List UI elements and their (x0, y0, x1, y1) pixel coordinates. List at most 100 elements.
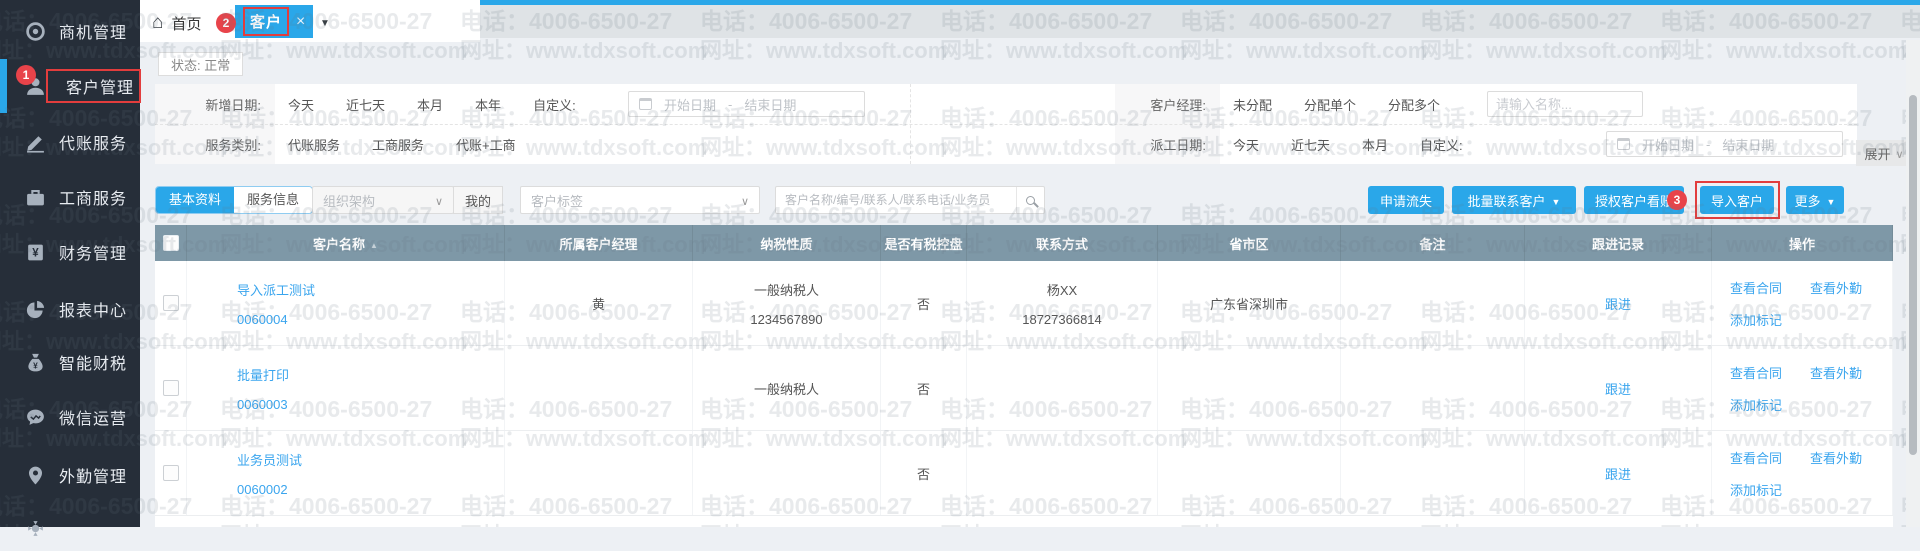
chevron-down-icon (435, 193, 443, 208)
sort-icon[interactable] (370, 236, 378, 251)
add-mark-link[interactable]: 添加标记 (1730, 395, 1782, 414)
customer-name-cell: 批量打印 0060003 (187, 346, 505, 430)
customer-name-link[interactable]: 导入派工测试 (237, 280, 315, 299)
region-cell (1158, 431, 1341, 515)
row-checkbox[interactable] (163, 465, 179, 481)
view-field-work-link[interactable]: 查看外勤 (1810, 278, 1862, 297)
column-header-7: 跟进记录 (1525, 225, 1712, 261)
search-button[interactable] (1016, 187, 1044, 213)
sidebar-item-8[interactable]: 外勤管理 (0, 452, 140, 498)
row-checkbox[interactable] (163, 380, 179, 396)
follow-up-link[interactable]: 跟进 (1605, 294, 1631, 313)
filter-panel: 新增日期: 服务类别: 客户经理: 派工日期: 今天近七天本月本年自定义: 代账… (155, 84, 1857, 164)
customer-code-link[interactable]: 0060003 (237, 397, 288, 412)
search-input[interactable] (776, 187, 1016, 213)
filter-option[interactable]: 代账+工商 (456, 135, 516, 154)
view-contract-link[interactable]: 查看合同 (1730, 278, 1782, 297)
view-contract-link[interactable]: 查看合同 (1730, 363, 1782, 382)
follow-up-link[interactable]: 跟进 (1605, 464, 1631, 483)
filter-option[interactable]: 代账服务 (288, 135, 340, 154)
pie-chart-icon (24, 298, 46, 320)
row-checkbox[interactable] (163, 295, 179, 311)
column-header-2: 纳税性质 (693, 225, 881, 261)
scrollbar-thumb[interactable] (1909, 95, 1917, 455)
follow-up-link[interactable]: 跟进 (1605, 379, 1631, 398)
sidebar-item-4[interactable]: ¥财务管理 (0, 229, 140, 275)
filter-option[interactable]: 今天 (288, 95, 314, 114)
filter-option[interactable]: 工商服务 (372, 135, 424, 154)
sidebar-item-7[interactable]: 微信运营 (0, 394, 140, 440)
action-button-0[interactable]: 申请流失 (1368, 186, 1444, 214)
dispatch-date-range-input[interactable]: 开始日期 - 结束日期 (1606, 131, 1843, 157)
column-header-label: 操作 (1789, 234, 1815, 253)
tax-disk-value: 否 (917, 379, 930, 398)
filter-option[interactable]: 自定义: (1420, 135, 1463, 154)
action-button-label: 授权客户看账 (1595, 191, 1673, 210)
divider (910, 84, 911, 164)
remark-cell (1341, 346, 1525, 430)
annotation-box: 客户 (243, 7, 289, 36)
close-icon[interactable] (296, 13, 305, 31)
watermark-url: 网址：www.tdxsoft.com (460, 36, 707, 65)
expand-button[interactable]: 展开 (1856, 140, 1912, 166)
filter-option[interactable]: 今天 (1233, 135, 1259, 154)
sidebar-item-label: 外勤管理 (59, 463, 127, 487)
sidebar-item-extra[interactable] (0, 505, 140, 551)
action-button-4[interactable]: 更多 (1786, 186, 1844, 214)
manager-value: 黄 (592, 294, 605, 313)
sidebar-item-6[interactable]: ¥智能财税 (0, 339, 140, 385)
annotation-badge-3: 3 (1667, 190, 1687, 210)
customer-tag-select[interactable]: 客户标签 (520, 186, 760, 214)
filter-option[interactable]: 自定义: (533, 95, 576, 114)
add-date-range-input[interactable]: 开始日期 - 结束日期 (628, 91, 865, 117)
org-structure-select[interactable]: 组织架构 (312, 186, 454, 214)
filter-option[interactable]: 近七天 (346, 95, 385, 114)
contact-cell (967, 346, 1158, 430)
select-all-checkbox[interactable] (163, 235, 179, 251)
view-field-work-link[interactable]: 查看外勤 (1810, 363, 1862, 382)
manager-name-input[interactable] (1487, 91, 1643, 117)
scrollbar[interactable] (1906, 40, 1920, 527)
tab-basic-info[interactable]: 基本资料 (156, 187, 234, 213)
customer-tag-value: 客户标签 (531, 191, 583, 210)
customer-code-link[interactable]: 0060004 (237, 312, 288, 327)
add-mark-link[interactable]: 添加标记 (1730, 480, 1782, 499)
add-mark-link[interactable]: 添加标记 (1730, 310, 1782, 329)
actions-line: 添加标记 (1730, 395, 1782, 414)
filter-option[interactable]: 分配单个 (1304, 95, 1356, 114)
view-contract-link[interactable]: 查看合同 (1730, 448, 1782, 467)
mine-button[interactable]: 我的 (453, 186, 503, 214)
filter-options-service-type: 代账服务 工商服务 代账+工商 (288, 124, 516, 164)
view-field-work-link[interactable]: 查看外勤 (1810, 448, 1862, 467)
filter-option[interactable]: 本月 (417, 95, 443, 114)
customer-name-link[interactable]: 业务员测试 (237, 450, 302, 469)
sidebar-item-1[interactable]: 1客户管理 (0, 63, 140, 109)
filter-option[interactable]: 分配多个 (1388, 95, 1440, 114)
customer-name-link[interactable]: 批量打印 (237, 365, 289, 384)
tab-service-info[interactable]: 服务信息 (234, 187, 312, 213)
customer-code-link[interactable]: 0060002 (237, 482, 288, 497)
tax-disk-value: 否 (917, 464, 930, 483)
sidebar-item-2[interactable]: 代账服务 (0, 119, 140, 165)
sidebar-item-3[interactable]: 工商服务 (0, 174, 140, 220)
table-row-partial (155, 516, 1893, 527)
filter-label-service-type: 服务类别: (155, 124, 275, 164)
expand-label: 展开 (1864, 144, 1890, 163)
filter-option[interactable]: 未分配 (1233, 95, 1272, 114)
tab-customer[interactable]: 客户 (235, 5, 313, 38)
sidebar-item-0[interactable]: 商机管理 (0, 8, 140, 54)
svg-text:¥: ¥ (33, 360, 38, 370)
customer-name-cell: 导入派工测试 0060004 (187, 261, 505, 345)
top-accent-line (480, 0, 1920, 5)
filter-option[interactable]: 本月 (1362, 135, 1388, 154)
filter-option[interactable]: 本年 (475, 95, 501, 114)
action-button-1[interactable]: 批量联系客户 (1452, 186, 1576, 214)
pencil-icon (24, 131, 46, 153)
tax-line: 一般纳税人 (754, 280, 819, 299)
date-end-placeholder: 结束日期 (744, 95, 796, 114)
tab-home[interactable]: 首页 (152, 8, 202, 38)
tab-dropdown-button[interactable] (312, 9, 338, 33)
table-row: 业务员测试 0060002 否 跟进 查看合同 查看外勤添加标记 (155, 431, 1893, 516)
filter-option[interactable]: 近七天 (1291, 135, 1330, 154)
sidebar-item-5[interactable]: 报表中心 (0, 286, 140, 332)
